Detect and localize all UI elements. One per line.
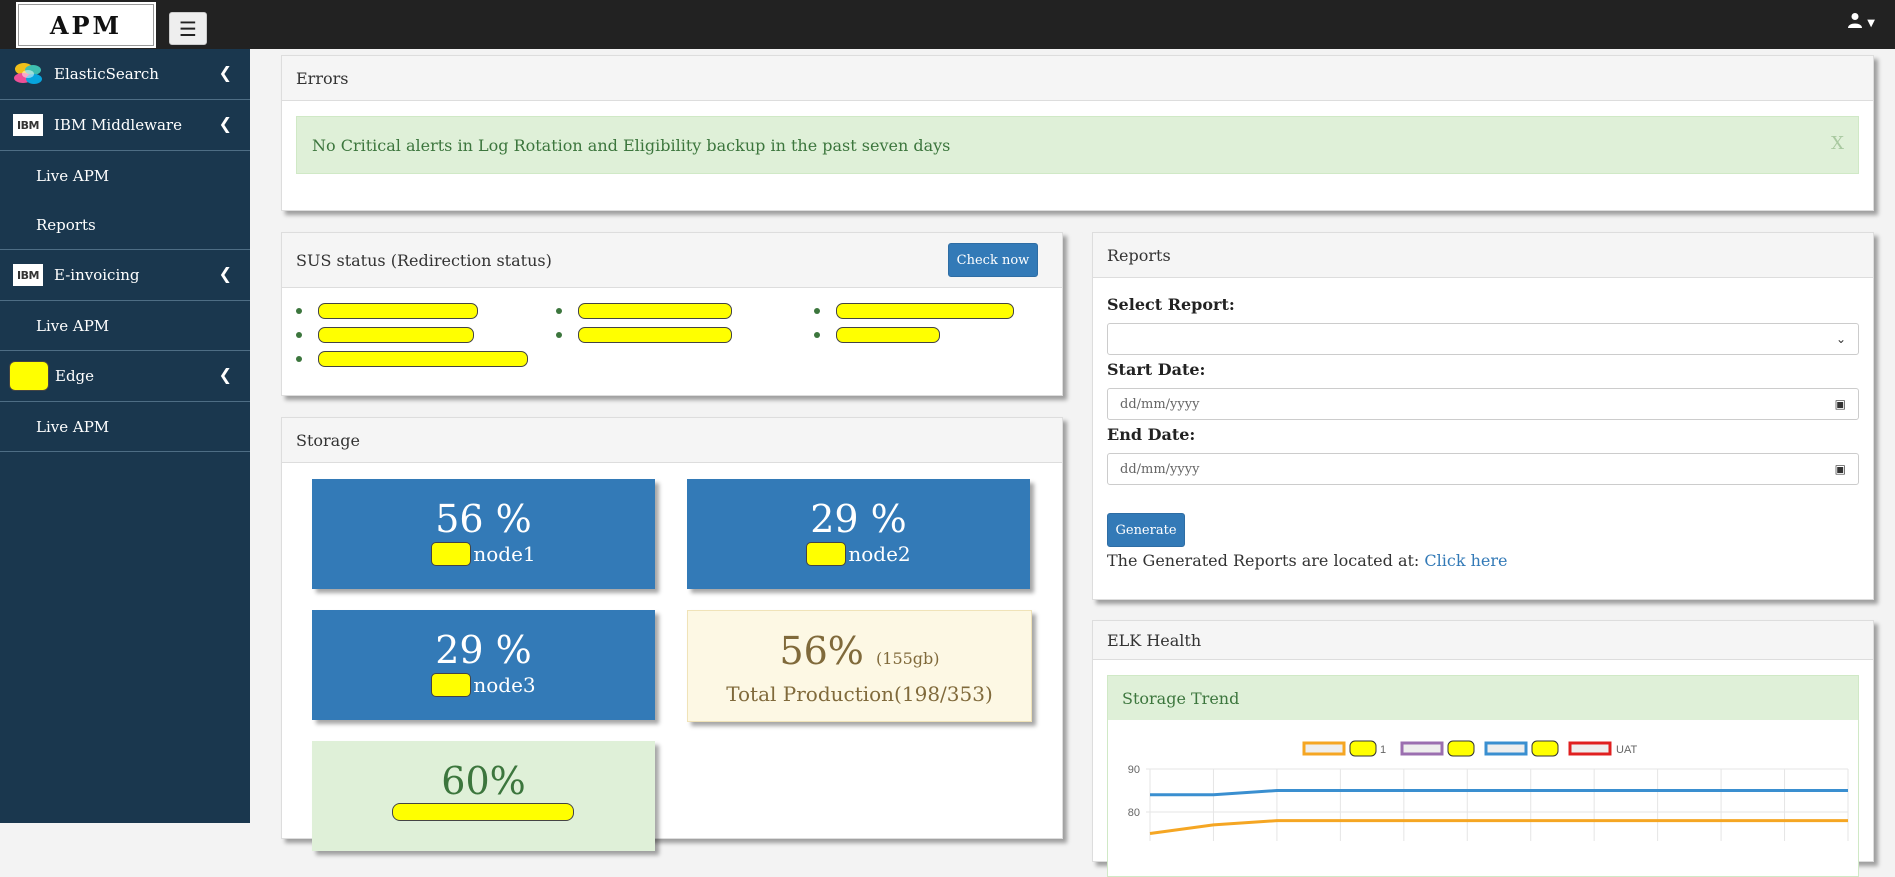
calendar-icon[interactable]: ▣	[1835, 397, 1846, 411]
alert-close-button[interactable]: X	[1831, 133, 1844, 154]
chevron-down-icon: ⌄	[1835, 332, 1846, 346]
calendar-icon[interactable]: ▣	[1835, 462, 1846, 476]
start-date-label: Start Date:	[1107, 360, 1206, 379]
end-date-input[interactable]: dd/mm/yyyy ▣	[1107, 453, 1859, 485]
select-report-dropdown[interactable]: ⌄	[1107, 323, 1859, 355]
hamburger-icon: ☰	[179, 16, 197, 41]
elasticsearch-icon	[13, 62, 43, 86]
storage-node-label: node2	[848, 542, 911, 566]
elk-health-panel: ELK Health Storage Trend 1 UAT 90 80	[1092, 620, 1874, 877]
errors-panel-title: Errors	[282, 56, 1873, 101]
redacted-logo-icon	[9, 361, 49, 391]
storage-total-label: Total Production(198/353)	[726, 682, 993, 706]
list-item	[296, 303, 478, 319]
y-tick-label: 90	[1128, 764, 1140, 776]
chevron-left-icon: ❮	[218, 365, 232, 384]
top-navbar: APM ☰ ▼	[0, 0, 1895, 49]
redacted-legend-label	[1447, 740, 1475, 757]
list-item	[556, 303, 732, 319]
sidebar: ElasticSearch ❮ IBM IBM Middleware ❮ Liv…	[0, 49, 250, 823]
legend-swatch	[1484, 741, 1528, 756]
storage-node-label: node3	[473, 673, 536, 697]
storage-trend-box: Storage Trend 1 UAT 90 80	[1107, 675, 1859, 877]
storage-percent: 29 %	[435, 628, 532, 672]
sus-status-header: SUS status (Redirection status) Check no…	[282, 233, 1062, 288]
ibm-logo-icon: IBM	[13, 113, 43, 137]
sidebar-group-edge[interactable]: Edge ❮	[0, 351, 250, 402]
click-here-link[interactable]: Click here	[1424, 551, 1507, 570]
redacted-legend-label	[1349, 740, 1377, 757]
legend-label: UAT	[1616, 744, 1637, 756]
list-item	[296, 327, 474, 343]
storage-trend-title: Storage Trend	[1108, 676, 1858, 720]
storage-panel: Storage 56 % node1 29 % node2 29 % node3…	[281, 417, 1063, 851]
sus-status-title: SUS status (Redirection status)	[296, 250, 552, 270]
generate-button[interactable]: Generate	[1107, 513, 1185, 547]
ibm-logo-icon: IBM	[13, 263, 43, 287]
storage-node-label: node1	[473, 542, 536, 566]
sidebar-group-label: IBM Middleware	[54, 116, 182, 134]
chevron-left-icon: ❮	[218, 114, 232, 133]
list-item	[814, 303, 1014, 319]
hamburger-menu-button[interactable]: ☰	[169, 12, 207, 45]
reports-panel: Reports Select Report: ⌄ Start Date: dd/…	[1092, 232, 1874, 600]
storage-tile-node1: 56 % node1	[312, 479, 655, 589]
legend-swatch	[1400, 741, 1444, 756]
sidebar-item-live-apm[interactable]: Live APM	[0, 402, 250, 452]
storage-tile-total-production: 56% (155gb) Total Production(198/353)	[687, 610, 1032, 722]
storage-tile-green: 60%	[312, 741, 655, 851]
sidebar-group-label: Edge	[55, 367, 95, 385]
storage-percent: 29 %	[810, 497, 907, 541]
sidebar-item-reports[interactable]: Reports	[0, 200, 250, 250]
reports-panel-title: Reports	[1093, 233, 1873, 278]
sidebar-group-elasticsearch[interactable]: ElasticSearch ❮	[0, 49, 250, 100]
storage-percent: 56 %	[435, 497, 532, 541]
redacted-legend-label	[1531, 740, 1559, 757]
storage-percent: 56%	[779, 629, 864, 673]
chevron-left-icon: ❮	[218, 63, 232, 82]
success-alert: No Critical alerts in Log Rotation and E…	[296, 116, 1859, 174]
legend-label: 1	[1380, 744, 1386, 756]
user-icon	[1848, 13, 1863, 28]
report-location-note: The Generated Reports are located at: Cl…	[1107, 551, 1508, 570]
storage-tile-node2: 29 % node2	[687, 479, 1030, 589]
storage-panel-title: Storage	[282, 418, 1062, 463]
sidebar-group-ibm-middleware[interactable]: IBM IBM Middleware ❮	[0, 100, 250, 151]
end-date-label: End Date:	[1107, 425, 1196, 444]
list-item	[296, 351, 528, 367]
storage-trend-chart: 1 UAT 90 80	[1128, 740, 1849, 841]
check-now-button[interactable]: Check now	[948, 243, 1038, 277]
redacted-label	[391, 803, 574, 821]
y-tick-label: 80	[1128, 807, 1140, 819]
sidebar-group-label: E-invoicing	[54, 266, 140, 284]
apm-logo[interactable]: APM	[16, 2, 156, 48]
elk-health-title: ELK Health	[1093, 621, 1873, 660]
select-report-label: Select Report:	[1107, 295, 1235, 314]
user-menu-dropdown[interactable]: ▼	[1847, 12, 1875, 33]
series-line	[1150, 789, 1848, 797]
storage-size: (155gb)	[876, 649, 940, 668]
redacted-label	[431, 542, 472, 566]
storage-tile-node3: 29 % node3	[312, 610, 655, 720]
chevron-left-icon: ❮	[218, 264, 232, 283]
sidebar-item-live-apm[interactable]: Live APM	[0, 301, 250, 351]
legend-swatch	[1568, 741, 1612, 756]
sidebar-group-e-invoicing[interactable]: IBM E-invoicing ❮	[0, 250, 250, 301]
redacted-label	[431, 673, 472, 697]
list-item	[814, 327, 940, 343]
errors-panel: Errors No Critical alerts in Log Rotatio…	[281, 55, 1874, 211]
alert-text: No Critical alerts in Log Rotation and E…	[312, 135, 951, 155]
legend-swatch	[1302, 741, 1346, 756]
sidebar-item-live-apm[interactable]: Live APM	[0, 151, 250, 200]
storage-percent: 60%	[441, 759, 526, 803]
redacted-label	[806, 542, 847, 566]
sus-status-panel: SUS status (Redirection status) Check no…	[281, 232, 1063, 396]
list-item	[556, 327, 732, 343]
sidebar-group-label: ElasticSearch	[54, 65, 159, 83]
caret-down-icon: ▼	[1867, 17, 1875, 29]
start-date-input[interactable]: dd/mm/yyyy ▣	[1107, 388, 1859, 420]
